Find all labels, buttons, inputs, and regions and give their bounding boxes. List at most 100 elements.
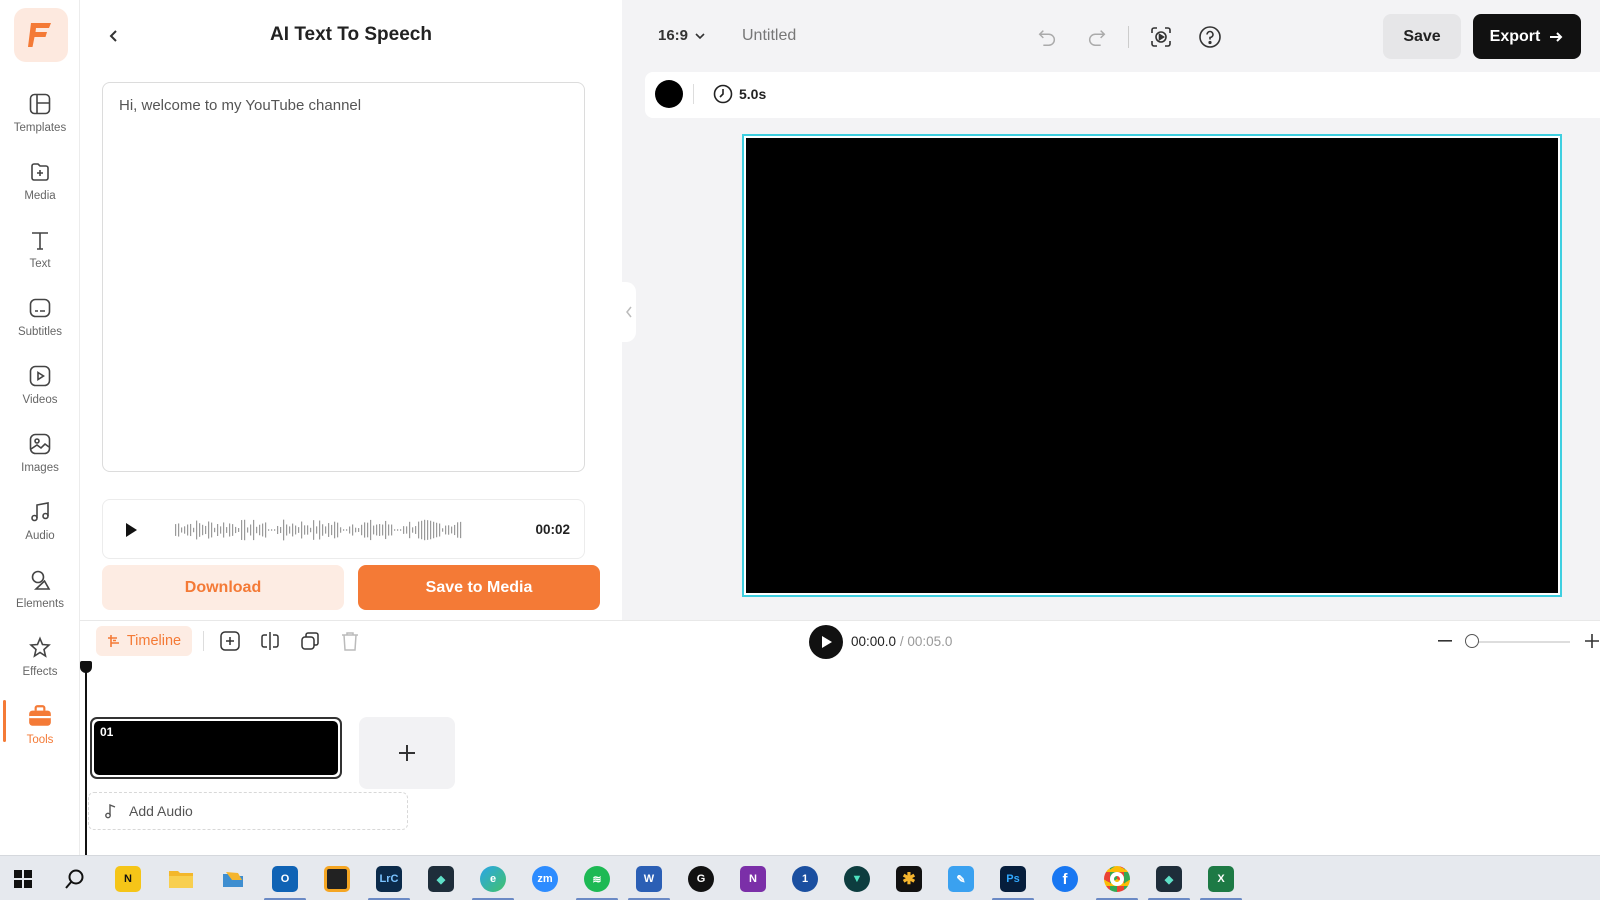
delete-button[interactable] <box>338 629 362 653</box>
taskbar-edge[interactable]: e <box>472 862 514 900</box>
zoom-icon: zm <box>532 866 558 892</box>
taskbar-pen[interactable]: ✎ <box>944 862 978 896</box>
tools-icon <box>26 702 54 730</box>
tts-text-input[interactable]: Hi, welcome to my YouTube channel <box>102 82 585 472</box>
audio-waveform[interactable] <box>175 516 465 544</box>
add-scene-tile[interactable] <box>359 717 455 789</box>
redo-button[interactable] <box>1084 24 1110 50</box>
timeline-icon <box>107 635 119 647</box>
taskbar-sunburst[interactable]: ✱ <box>892 862 926 896</box>
scene-clip[interactable]: 01 <box>90 717 342 779</box>
sidebar-item-videos[interactable]: Videos <box>0 358 80 420</box>
facebook-icon: f <box>1052 866 1078 892</box>
sidebar-item-audio[interactable]: Audio <box>0 494 80 556</box>
preview-button[interactable] <box>1148 24 1174 50</box>
sidebar-item-media[interactable]: Media <box>0 154 80 216</box>
taskbar-filmora[interactable]: ◆ <box>424 862 458 896</box>
split-button[interactable] <box>258 629 282 653</box>
taskbar-outlook[interactable]: O <box>264 862 306 900</box>
undo-button[interactable] <box>1034 24 1060 50</box>
pen-icon: ✎ <box>948 866 974 892</box>
minus-icon <box>1438 640 1452 642</box>
taskbar-vpn[interactable]: ▼ <box>840 862 874 896</box>
download-button[interactable]: Download <box>102 565 344 610</box>
sidebar-item-images[interactable]: Images <box>0 426 80 488</box>
playhead-line[interactable] <box>85 663 87 858</box>
save-to-media-button[interactable]: Save to Media <box>358 565 600 610</box>
taskbar-onedrive[interactable] <box>216 862 250 896</box>
scene-duration-button[interactable]: 5.0s <box>713 84 766 104</box>
playhead-handle[interactable] <box>80 661 92 673</box>
plus-icon <box>399 745 415 761</box>
canvas-background <box>746 138 1558 593</box>
chrome-icon <box>1104 866 1130 892</box>
toolbar-divider <box>1128 26 1129 48</box>
sidebar-item-elements[interactable]: Elements <box>0 562 80 624</box>
duplicate-button[interactable] <box>298 629 322 653</box>
taskbar-excel[interactable]: X <box>1200 862 1242 900</box>
taskbar-lightroom-classic[interactable]: LrC <box>368 862 410 900</box>
app-logo-icon <box>28 23 51 47</box>
timeline-play-button[interactable] <box>809 625 843 659</box>
taskbar-photoshop[interactable]: Ps <box>992 862 1034 900</box>
zoom-slider-handle[interactable] <box>1465 634 1479 648</box>
taskbar-snip[interactable] <box>320 862 354 896</box>
taskbar-file-explorer[interactable] <box>164 862 198 896</box>
sidebar-item-effects[interactable]: Effects <box>0 630 80 692</box>
background-color-swatch[interactable] <box>655 80 683 108</box>
toolbar-divider <box>693 84 694 104</box>
add-scene-button[interactable] <box>218 629 242 653</box>
zoom-in-button[interactable] <box>1585 629 1599 653</box>
save-button[interactable]: Save <box>1383 14 1461 59</box>
export-button[interactable]: Export <box>1473 14 1581 59</box>
sidebar-item-label: Effects <box>22 666 58 678</box>
taskbar-filmora-alt[interactable]: ◆ <box>1148 862 1190 900</box>
plus-icon <box>1585 634 1599 648</box>
taskbar-search[interactable] <box>58 862 92 896</box>
scene-duration-value: 5.0s <box>739 86 767 102</box>
video-canvas[interactable] <box>742 134 1562 597</box>
sunburst-icon: ✱ <box>896 866 922 892</box>
sidebar-item-label: Audio <box>25 530 55 542</box>
os-taskbar: N O LrC ◆ e zm ≋ W G N 1 ▼ ✱ ✎ Ps f ◆ X <box>0 855 1600 900</box>
play-icon <box>822 636 832 648</box>
taskbar-norton[interactable]: N <box>111 862 145 896</box>
tab-timeline[interactable]: Timeline <box>96 626 192 656</box>
chevron-left-icon <box>626 306 632 318</box>
taskbar-zoom[interactable]: zm <box>528 862 562 896</box>
sidebar-item-subtitles[interactable]: Subtitles <box>0 290 80 352</box>
norton-icon: N <box>115 866 141 892</box>
excel-icon: X <box>1208 866 1234 892</box>
lightroom-classic-icon: LrC <box>376 866 402 892</box>
zoom-out-button[interactable] <box>1435 629 1455 653</box>
taskbar-chrome[interactable] <box>1096 862 1138 900</box>
sidebar-item-text[interactable]: Text <box>0 222 80 284</box>
scene-number: 01 <box>100 725 114 739</box>
duplicate-icon <box>301 632 319 650</box>
play-icon[interactable] <box>121 520 141 540</box>
add-audio-track[interactable]: Add Audio <box>88 792 408 830</box>
zoom-slider-track[interactable] <box>1470 641 1570 643</box>
outlook-icon: O <box>272 866 298 892</box>
taskbar-spotify[interactable]: ≋ <box>576 862 618 900</box>
taskbar-word[interactable]: W <box>628 862 670 900</box>
videos-icon <box>26 362 54 390</box>
taskbar-facebook[interactable]: f <box>1048 862 1082 896</box>
taskbar-grammarly[interactable]: G <box>684 862 718 896</box>
undo-icon <box>1038 30 1055 46</box>
sidebar-item-label: Subtitles <box>17 326 63 338</box>
toolbar-divider <box>203 631 204 651</box>
collapse-panel-button[interactable] <box>622 282 636 342</box>
sidebar-item-templates[interactable]: Templates <box>0 86 80 148</box>
canvas-toolbar: 5.0s <box>645 72 1600 118</box>
taskbar-onenote[interactable]: N <box>736 862 770 896</box>
taskbar-start[interactable] <box>6 862 40 896</box>
help-button[interactable] <box>1197 24 1223 50</box>
aspect-ratio-dropdown[interactable]: 16:9 <box>658 27 706 44</box>
spotify-icon: ≋ <box>584 866 610 892</box>
sidebar-item-tools[interactable]: Tools <box>0 698 80 760</box>
app-logo[interactable] <box>14 8 68 62</box>
project-title[interactable]: Untitled <box>742 27 796 45</box>
taskbar-1password[interactable]: 1 <box>788 862 822 896</box>
timeline-time: 00:00.0 / 00:05.0 <box>851 634 952 649</box>
